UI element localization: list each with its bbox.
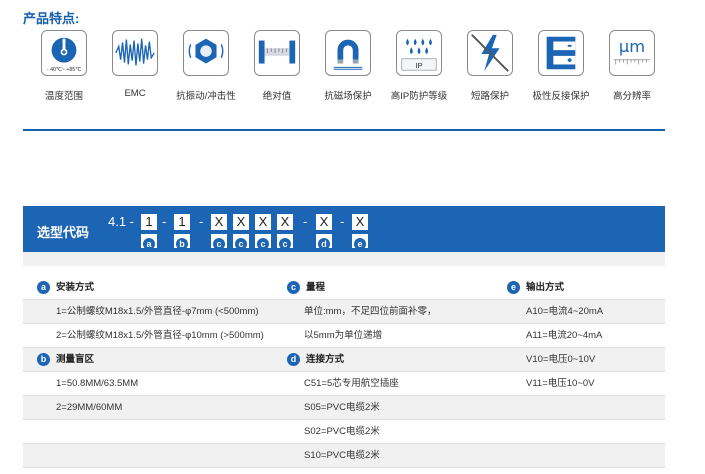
col-b-header: b 测量盲区 bbox=[37, 348, 94, 372]
model-code-prefix: 4.1 - bbox=[108, 214, 135, 229]
cell: 2=公制螺纹M18x1.5/外管直径-φ10mm (>500mm) bbox=[56, 330, 264, 341]
table-row: 1=50.8MM/63.5MM C51=5芯专用航空插座 V11=电压10~0V bbox=[23, 372, 665, 396]
table-row: S02=PVC电缆2米 bbox=[23, 420, 665, 444]
col-c-header: c 量程 bbox=[287, 276, 325, 300]
code-slot-badge: c bbox=[233, 234, 249, 250]
code-dash: - bbox=[162, 214, 167, 229]
table-row: b 测量盲区 d 连接方式 V10=电压0~10V bbox=[23, 348, 665, 372]
feature-label: 短路保护 bbox=[470, 91, 509, 102]
model-code-title: 选型代码 bbox=[37, 225, 90, 240]
ip-text: IP bbox=[415, 61, 422, 70]
col-d-header: d 连接方式 bbox=[287, 348, 344, 372]
cell: 以5mm为单位递增 bbox=[304, 330, 383, 341]
polarity-icon bbox=[538, 30, 584, 76]
table-row: 1=公制螺纹M18x1.5/外管直径-φ7mm (<500mm) 单位:mm，不… bbox=[23, 300, 665, 324]
code-slot: 1 bbox=[141, 214, 157, 230]
code-slot-badge: c bbox=[277, 234, 293, 250]
code-slot: 1 bbox=[174, 214, 190, 230]
code-slot: X bbox=[211, 214, 227, 230]
feature-label: EMC bbox=[124, 88, 146, 99]
thermometer-icon: - 40℃~ +85℃ bbox=[41, 30, 87, 76]
code-dash: - bbox=[199, 214, 204, 229]
micrometer-text: μm bbox=[619, 37, 645, 56]
emc-wave-icon bbox=[112, 30, 158, 76]
feature-ip: IP 高IP防护等级 bbox=[390, 30, 460, 104]
code-slot-badge: c bbox=[211, 234, 227, 250]
code-dash: - bbox=[303, 214, 308, 229]
col-e-header: e 输出方式 bbox=[507, 276, 564, 300]
cell: 2=29MM/60MM bbox=[56, 402, 123, 413]
code-slot-badge: a bbox=[141, 234, 157, 250]
code-slot-badge: c bbox=[255, 234, 271, 250]
feature-absolute: 绝对值 bbox=[248, 30, 318, 104]
code-slot-badge: b bbox=[174, 234, 190, 250]
table-row: S10=PVC电缆2米 bbox=[23, 444, 665, 468]
code-dash: - bbox=[340, 214, 345, 229]
code-slot-badge: d bbox=[316, 234, 332, 250]
feature-resolution: μm 高分辨率 bbox=[603, 30, 673, 104]
cell: S02=PVC电缆2米 bbox=[304, 426, 380, 437]
feature-short-circuit: 短路保护 bbox=[461, 30, 531, 104]
cell: V11=电压10~0V bbox=[526, 378, 595, 389]
absolute-scale-icon bbox=[254, 30, 300, 76]
feature-label: 绝对值 bbox=[262, 91, 292, 102]
cell: A10=电流4~20mA bbox=[526, 306, 604, 317]
temperature-range-text: - 40℃~ +85℃ bbox=[47, 67, 81, 73]
lightning-icon bbox=[467, 30, 513, 76]
feature-label: 高IP防护等级 bbox=[390, 91, 448, 102]
cell: A11=电流20~4mA bbox=[526, 330, 603, 341]
feature-label: 抗磁场保护 bbox=[324, 91, 372, 102]
feature-label: 温度范围 bbox=[44, 91, 83, 102]
feature-polarity: 极性反接保护 bbox=[532, 30, 602, 104]
vibration-nut-icon bbox=[183, 30, 229, 76]
table-row: 2=公制螺纹M18x1.5/外管直径-φ10mm (>500mm) 以5mm为单… bbox=[23, 324, 665, 348]
feature-label: 高分辨率 bbox=[612, 91, 651, 102]
model-code-banner: 选型代码 4.1 - 1 a - 1 b - X c X c X c X c -… bbox=[23, 206, 665, 252]
feature-magnet: 抗磁场保护 bbox=[319, 30, 389, 104]
code-slot-badge: e bbox=[352, 234, 368, 250]
cell: 单位:mm，不足四位前面补零， bbox=[304, 306, 437, 317]
feature-emc: EMC bbox=[106, 30, 176, 104]
ip-drops-icon: IP bbox=[396, 30, 442, 76]
features-row: - 40℃~ +85℃ 温度范围 EMC 抗振动/冲击性 绝对值 抗磁场保护 I… bbox=[35, 30, 660, 104]
code-slot: X bbox=[277, 214, 293, 230]
features-section-title: 产品特点: bbox=[23, 11, 80, 26]
cell: V10=电压0~10V bbox=[526, 354, 596, 365]
code-slot: X bbox=[255, 214, 271, 230]
feature-vibration: 抗振动/冲击性 bbox=[176, 30, 247, 104]
cell: S10=PVC电缆2米 bbox=[304, 450, 380, 461]
cell: 1=公制螺纹M18x1.5/外管直径-φ7mm (<500mm) bbox=[56, 306, 259, 317]
cell: 1=50.8MM/63.5MM bbox=[56, 378, 139, 389]
magnet-icon bbox=[325, 30, 371, 76]
col-a-header: a 安装方式 bbox=[37, 276, 94, 300]
micrometer-icon: μm bbox=[609, 30, 655, 76]
code-slot: X bbox=[352, 214, 368, 230]
feature-temperature: - 40℃~ +85℃ 温度范围 bbox=[35, 30, 105, 104]
code-slot: X bbox=[316, 214, 332, 230]
banner-gap bbox=[23, 252, 665, 266]
cell: C51=5芯专用航空插座 bbox=[304, 378, 399, 389]
code-slot: X bbox=[233, 214, 249, 230]
table-row: a 安装方式 c 量程 e 输出方式 bbox=[23, 276, 665, 300]
feature-label: 抗振动/冲击性 bbox=[176, 91, 236, 102]
option-table: a 安装方式 c 量程 e 输出方式 1=公制螺纹M18x1.5/外管直径-φ7mm … bbox=[23, 276, 665, 474]
cell: S05=PVC电缆2米 bbox=[304, 402, 380, 413]
section-divider bbox=[23, 129, 665, 131]
table-row: 2=29MM/60MM S05=PVC电缆2米 bbox=[23, 396, 665, 420]
feature-label: 极性反接保护 bbox=[532, 91, 590, 102]
